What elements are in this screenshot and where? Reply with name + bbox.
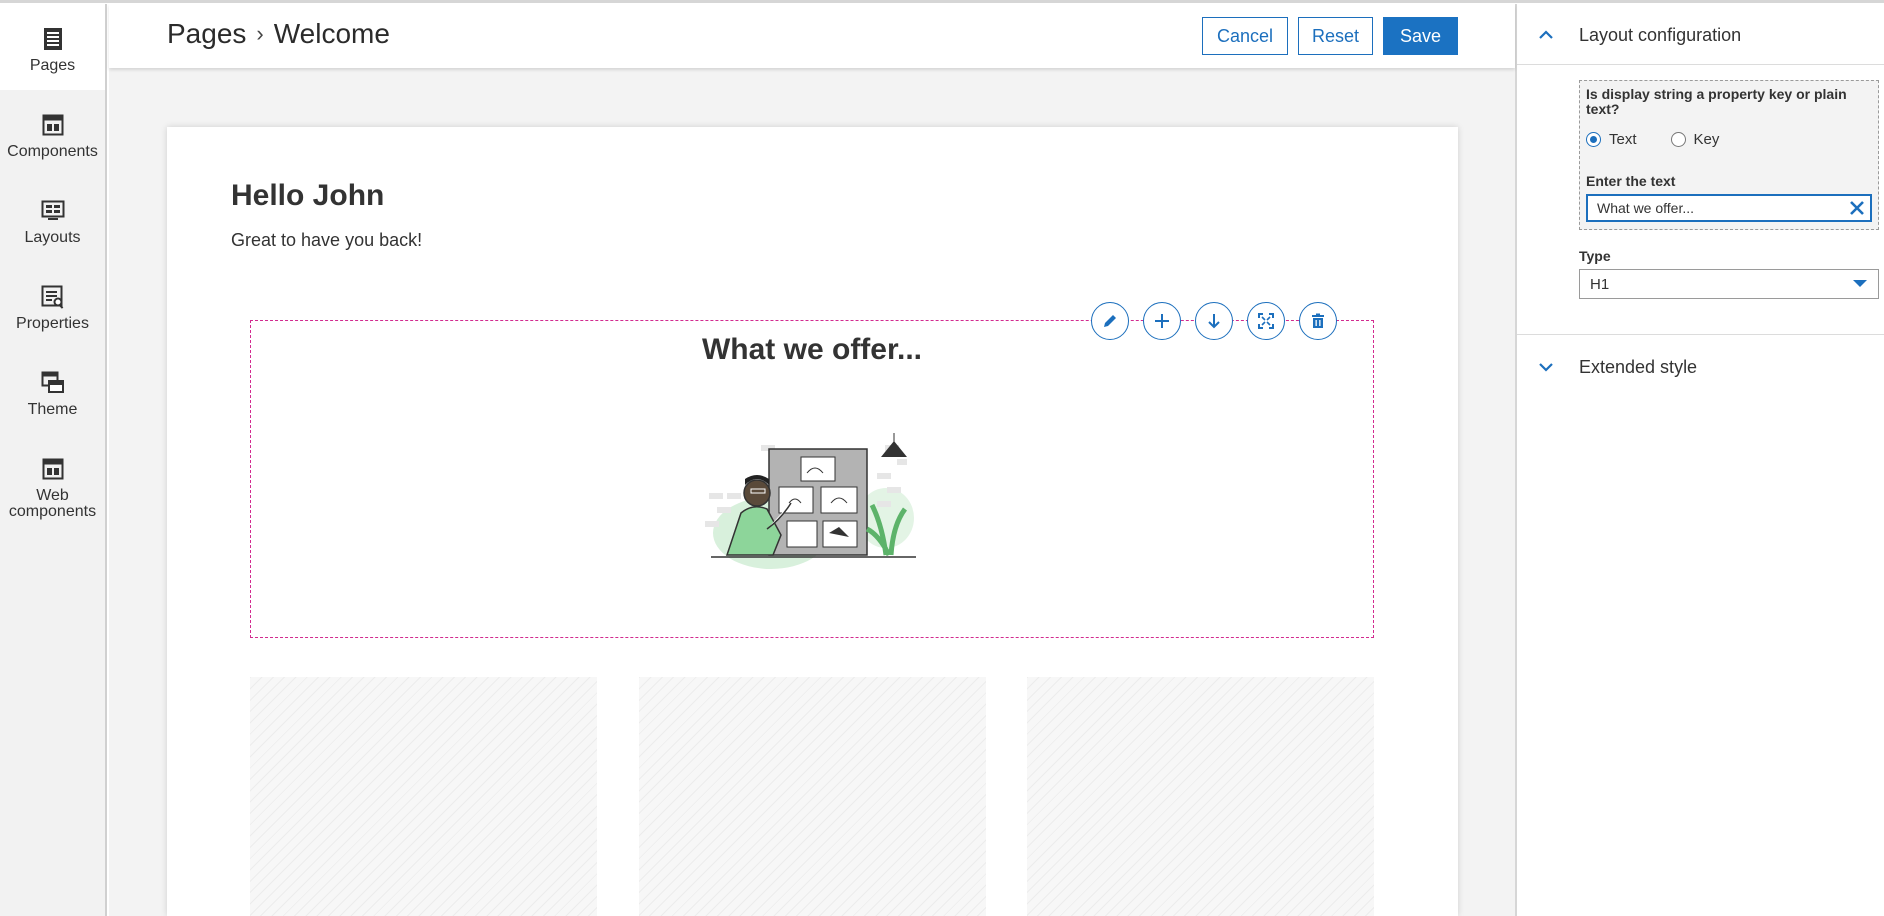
reset-button[interactable]: Reset <box>1298 17 1373 55</box>
edit-icon[interactable] <box>1091 302 1129 340</box>
chevron-down-icon <box>1539 363 1553 372</box>
clear-icon[interactable] <box>1848 199 1866 217</box>
nav-item-label: Theme <box>27 401 78 418</box>
properties-icon <box>41 284 65 310</box>
breadcrumb-current-page: Welcome <box>273 18 390 49</box>
nav-item-layouts[interactable]: Layouts <box>0 176 105 262</box>
greeting-subtitle[interactable]: Great to have you back! <box>231 230 422 251</box>
extended-style-header[interactable]: Extended style <box>1517 338 1884 396</box>
divider <box>1517 334 1884 335</box>
nav-item-label: Pages <box>29 57 76 74</box>
enter-text-label: Enter the text <box>1586 173 1676 189</box>
type-select-value: H1 <box>1590 276 1610 293</box>
type-label: Type <box>1579 248 1611 264</box>
selected-section[interactable]: What we offer... <box>250 302 1374 638</box>
nav-item-properties[interactable]: Properties <box>0 262 105 348</box>
radio-key[interactable] <box>1670 132 1686 147</box>
page-preview-card: Hello John Great to have you back! What … <box>167 127 1458 916</box>
radio-text-label[interactable]: Text <box>1609 131 1637 148</box>
breadcrumb-pages[interactable]: Pages <box>167 18 246 50</box>
layout-configuration-title: Layout configuration <box>1579 24 1742 45</box>
chevron-up-icon <box>1539 30 1553 39</box>
radio-text[interactable] <box>1586 132 1601 147</box>
display-string-settings: Is display string a property key or plai… <box>1579 80 1879 230</box>
type-select[interactable]: H1 <box>1579 269 1879 299</box>
theme-icon <box>41 370 65 396</box>
placeholder-column-2[interactable] <box>639 677 986 916</box>
layout-configuration-header[interactable]: Layout configuration <box>1517 6 1884 64</box>
caret-down-icon <box>1853 280 1867 287</box>
nav-item-label: Components <box>7 143 98 160</box>
left-nav-rail: Pages Components Layouts Properties Them… <box>0 4 107 916</box>
display-text-input[interactable] <box>1586 194 1872 222</box>
placeholder-column-1[interactable] <box>250 677 597 916</box>
display-string-question: Is display string a property key or plai… <box>1586 86 1847 117</box>
nav-item-theme[interactable]: Theme <box>0 348 105 434</box>
save-button[interactable]: Save <box>1383 17 1458 55</box>
greeting-heading[interactable]: Hello John <box>231 179 384 213</box>
components-icon <box>41 112 65 138</box>
nav-item-pages[interactable]: Pages <box>0 4 105 90</box>
illustration-image <box>705 433 916 569</box>
layouts-icon <box>41 198 65 224</box>
nav-item-label: Layouts <box>24 229 81 246</box>
nav-item-web-components[interactable]: Web components <box>0 434 105 520</box>
properties-panel: Layout configuration Is display string a… <box>1515 4 1884 916</box>
chevron-right-icon: › <box>256 21 264 46</box>
extended-style-title: Extended style <box>1579 356 1698 377</box>
pages-icon <box>41 26 65 52</box>
page-header: Pages › Welcome Cancel Reset Save <box>109 4 1515 68</box>
placeholder-column-3[interactable] <box>1027 677 1374 916</box>
delete-icon[interactable] <box>1299 302 1337 340</box>
radio-key-label[interactable]: Key <box>1694 131 1720 148</box>
add-icon[interactable] <box>1143 302 1181 340</box>
top-border <box>0 0 1884 4</box>
display-string-radio-group: Text Key <box>1586 131 1719 148</box>
breadcrumb: Pages › Welcome <box>167 18 390 50</box>
expand-icon[interactable] <box>1247 302 1285 340</box>
cancel-button[interactable]: Cancel <box>1202 17 1288 55</box>
move-down-icon[interactable] <box>1195 302 1233 340</box>
nav-item-label: Web components <box>8 487 97 520</box>
web-components-icon <box>41 456 65 482</box>
section-toolbar <box>1091 302 1337 340</box>
nav-item-label: Properties <box>16 315 89 332</box>
nav-item-components[interactable]: Components <box>0 90 105 176</box>
divider <box>1517 64 1884 65</box>
